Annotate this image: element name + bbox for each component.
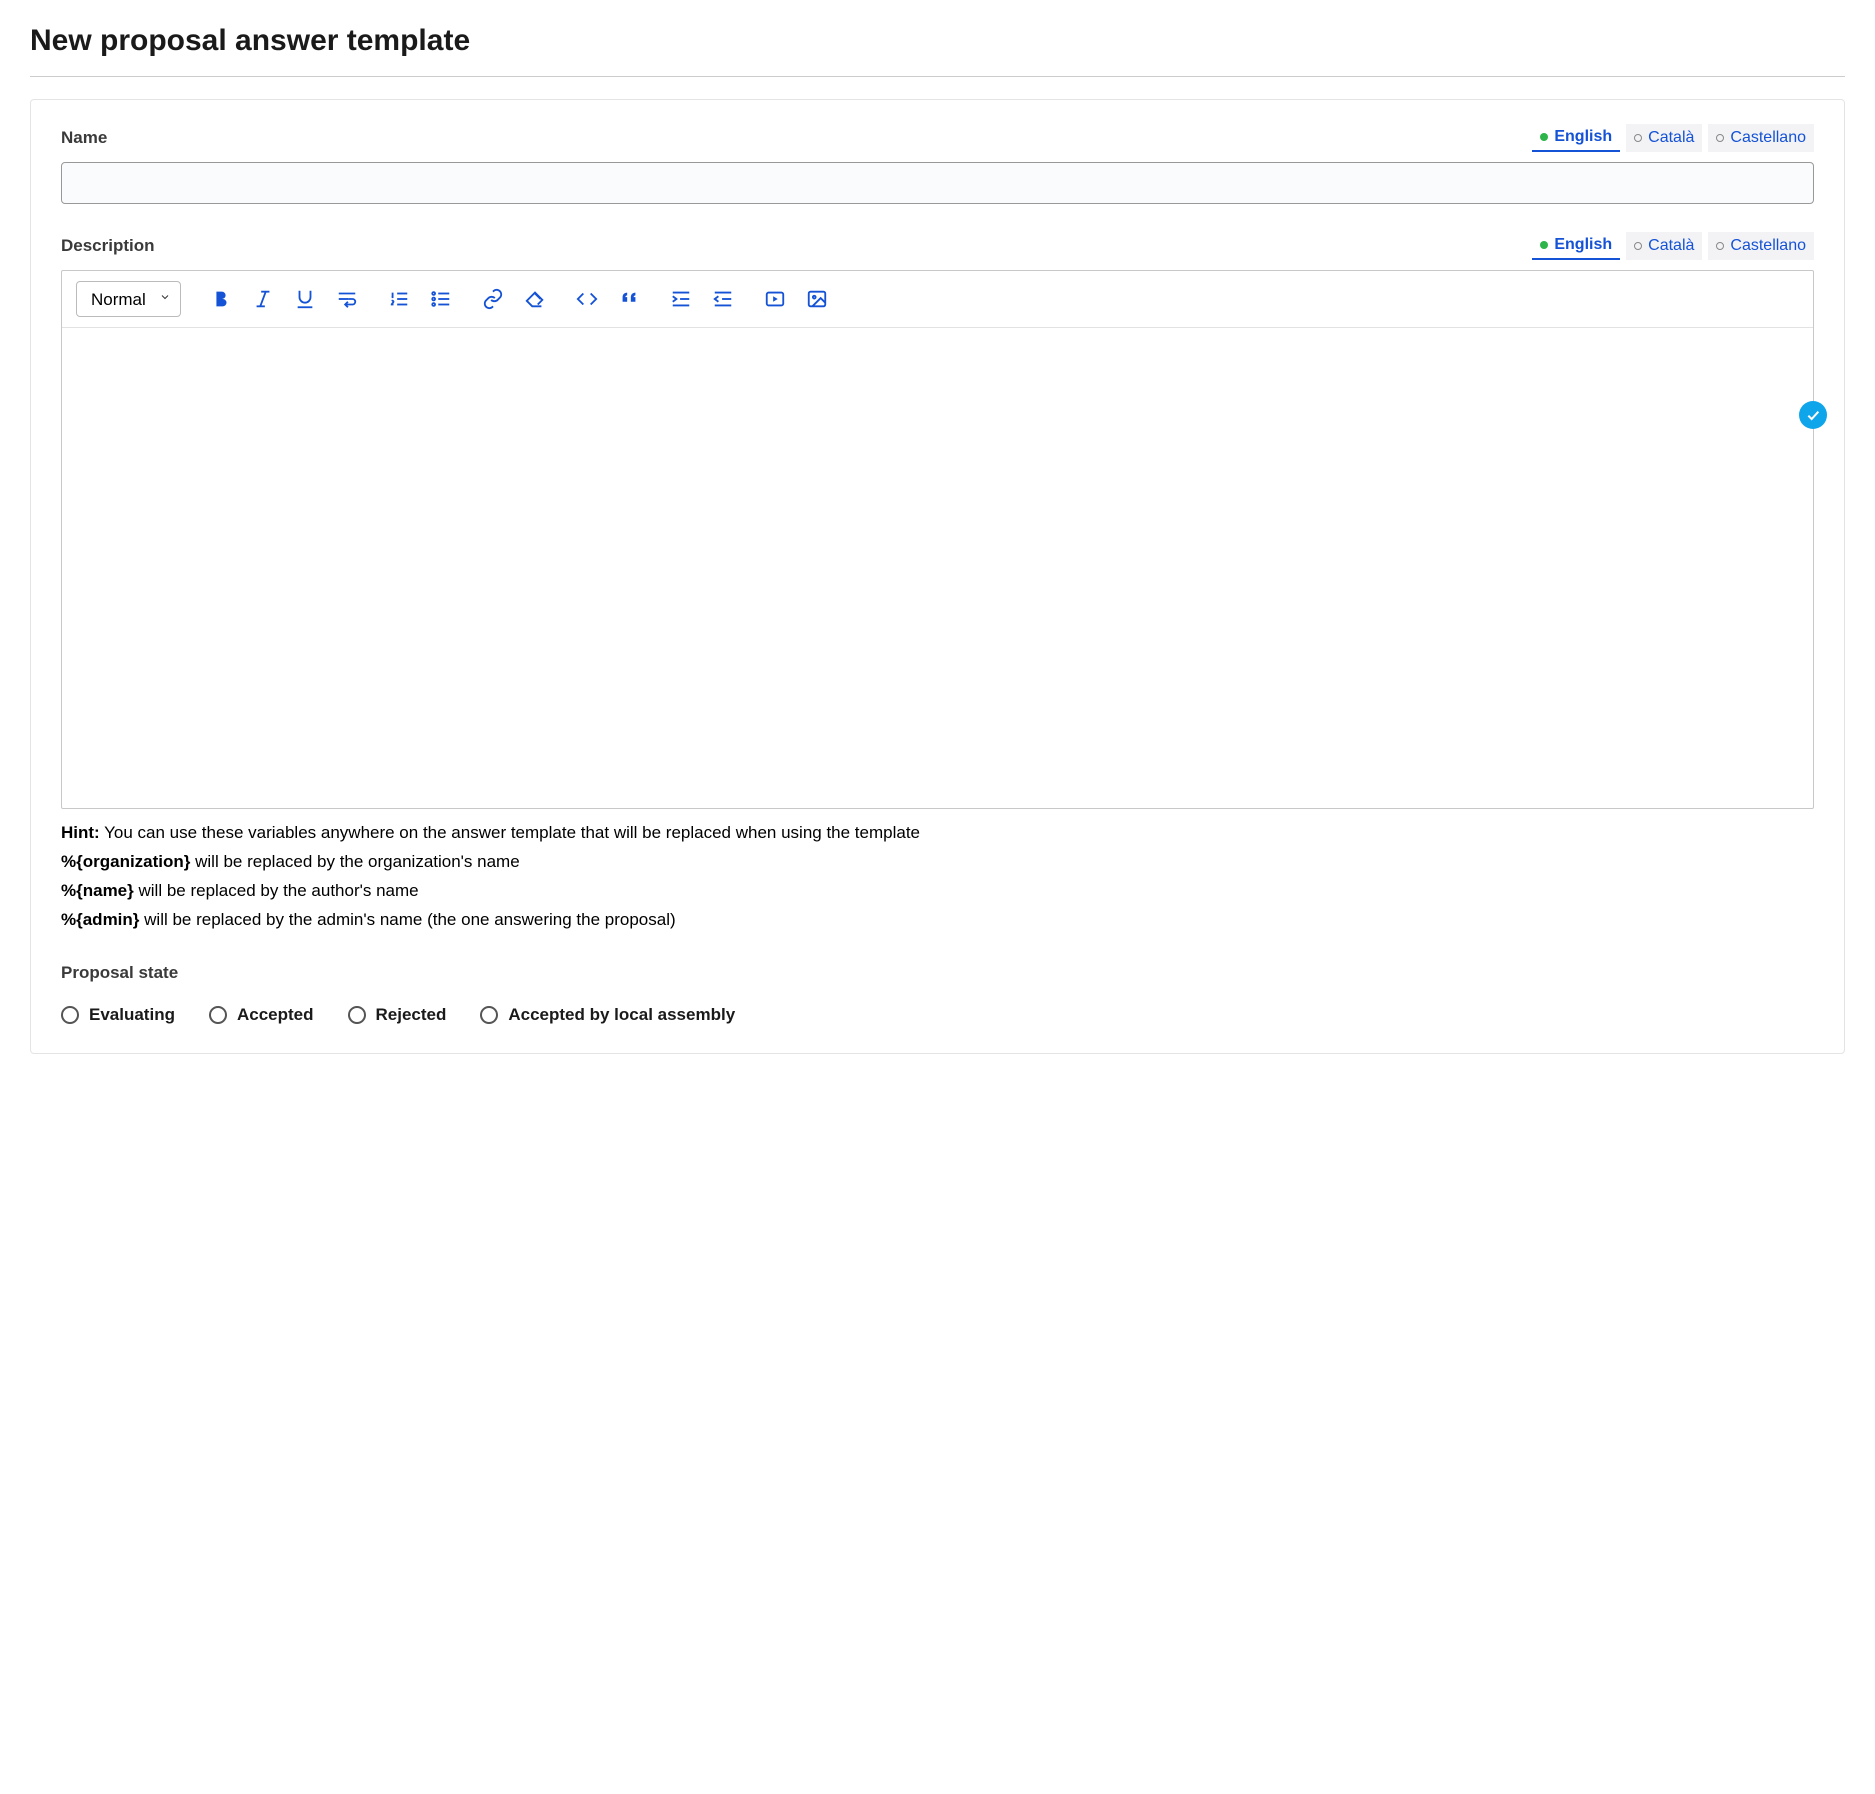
quote-icon[interactable] — [617, 287, 641, 311]
hint-text: Hint: You can use these variables anywhe… — [61, 819, 1814, 935]
field-name: Name English Català Castellano — [61, 124, 1814, 204]
lang-tab-english[interactable]: English — [1532, 124, 1620, 152]
hint-var-token: %{name} — [61, 881, 134, 900]
proposal-state-label: Proposal state — [61, 963, 1814, 983]
lang-tab-catala[interactable]: Català — [1626, 232, 1702, 260]
rich-editor: Normal — [61, 270, 1814, 809]
radio-icon — [209, 1006, 227, 1024]
radio-icon — [61, 1006, 79, 1024]
form-panel: Name English Català Castellano Descrip — [30, 99, 1845, 1054]
lang-tab-label: English — [1554, 236, 1612, 254]
radio-icon — [348, 1006, 366, 1024]
proposal-state-options: Evaluating Accepted Rejected Accepted by… — [61, 1005, 1814, 1025]
linebreak-icon[interactable] — [335, 287, 359, 311]
hint-var-token: %{organization} — [61, 852, 190, 871]
underline-icon[interactable] — [293, 287, 317, 311]
hint-var-token: %{admin} — [61, 910, 139, 929]
name-language-tabs: English Català Castellano — [1532, 124, 1814, 152]
indent-icon[interactable] — [669, 287, 693, 311]
status-dot-icon — [1540, 133, 1548, 141]
unordered-list-icon[interactable] — [429, 287, 453, 311]
radio-evaluating[interactable]: Evaluating — [61, 1005, 175, 1025]
status-dot-icon — [1716, 242, 1724, 250]
lang-tab-label: Castellano — [1730, 237, 1806, 255]
lang-tab-english[interactable]: English — [1532, 232, 1620, 260]
link-icon[interactable] — [481, 287, 505, 311]
hint-var-text: will be replaced by the organization's n… — [190, 852, 519, 871]
page-title: New proposal answer template — [30, 24, 1845, 77]
ordered-list-icon[interactable] — [387, 287, 411, 311]
hint-intro: You can use these variables anywhere on … — [100, 823, 920, 842]
description-language-tabs: English Català Castellano — [1532, 232, 1814, 260]
status-dot-icon — [1540, 241, 1548, 249]
hint-var-text: will be replaced by the author's name — [134, 881, 419, 900]
hint-var-text: will be replaced by the admin's name (th… — [139, 910, 675, 929]
bold-icon[interactable] — [209, 287, 233, 311]
lang-tab-catala[interactable]: Català — [1626, 124, 1702, 152]
video-icon[interactable] — [763, 287, 787, 311]
name-input[interactable] — [61, 162, 1814, 204]
field-description: Description English Català Castellano — [61, 232, 1814, 935]
check-badge-icon[interactable] — [1799, 401, 1827, 429]
radio-rejected[interactable]: Rejected — [348, 1005, 447, 1025]
status-dot-icon — [1634, 134, 1642, 142]
editor-toolbar: Normal — [62, 271, 1813, 328]
editor-content[interactable] — [62, 328, 1813, 808]
italic-icon[interactable] — [251, 287, 275, 311]
erase-icon[interactable] — [523, 287, 547, 311]
image-icon[interactable] — [805, 287, 829, 311]
format-select[interactable]: Normal — [76, 281, 181, 317]
outdent-icon[interactable] — [711, 287, 735, 311]
code-icon[interactable] — [575, 287, 599, 311]
radio-accepted-local-assembly[interactable]: Accepted by local assembly — [480, 1005, 735, 1025]
lang-tab-label: English — [1554, 128, 1612, 146]
radio-label: Accepted by local assembly — [508, 1005, 735, 1025]
description-label: Description — [61, 236, 155, 256]
name-label: Name — [61, 128, 107, 148]
radio-label: Accepted — [237, 1005, 314, 1025]
status-dot-icon — [1634, 242, 1642, 250]
radio-label: Evaluating — [89, 1005, 175, 1025]
hint-prefix: Hint: — [61, 823, 100, 842]
lang-tab-label: Català — [1648, 237, 1694, 255]
radio-icon — [480, 1006, 498, 1024]
lang-tab-label: Català — [1648, 129, 1694, 147]
status-dot-icon — [1716, 134, 1724, 142]
radio-accepted[interactable]: Accepted — [209, 1005, 314, 1025]
lang-tab-label: Castellano — [1730, 129, 1806, 147]
lang-tab-castellano[interactable]: Castellano — [1708, 124, 1814, 152]
lang-tab-castellano[interactable]: Castellano — [1708, 232, 1814, 260]
radio-label: Rejected — [376, 1005, 447, 1025]
